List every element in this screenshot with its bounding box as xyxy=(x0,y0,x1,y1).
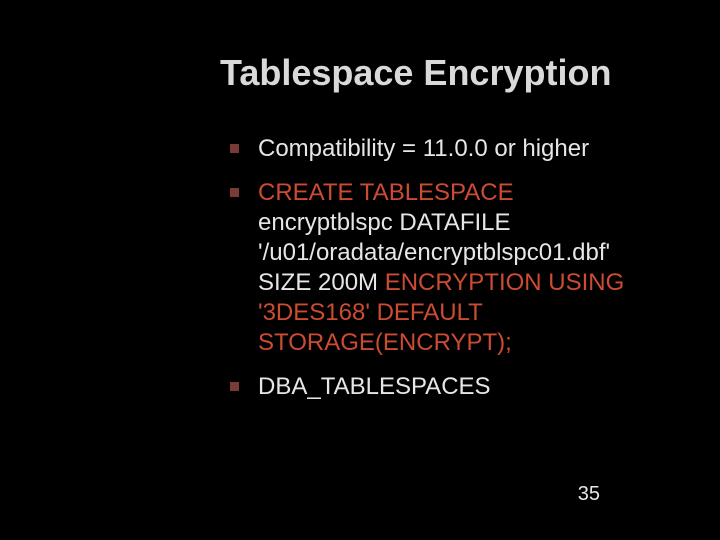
square-bullet-icon xyxy=(230,144,239,153)
bullet-item: CREATE TABLESPACE encryptblspc DATAFILE … xyxy=(230,178,650,358)
bullet-item: Compatibility = 11.0.0 or higher xyxy=(230,134,650,164)
bullet-item: DBA_TABLESPACES xyxy=(230,372,650,402)
square-bullet-icon xyxy=(230,382,239,391)
code-keyword: CREATE TABLESPACE xyxy=(258,179,514,206)
bullet-text: Compatibility = 11.0.0 or higher xyxy=(258,135,589,162)
square-bullet-icon xyxy=(230,188,239,197)
slide-title: Tablespace Encryption xyxy=(220,52,611,94)
slide-body: Compatibility = 11.0.0 or higher CREATE … xyxy=(230,134,650,416)
bullet-text: DBA_TABLESPACES xyxy=(258,373,491,400)
slide: Tablespace Encryption Compatibility = 11… xyxy=(0,0,720,540)
page-number: 35 xyxy=(578,483,600,506)
